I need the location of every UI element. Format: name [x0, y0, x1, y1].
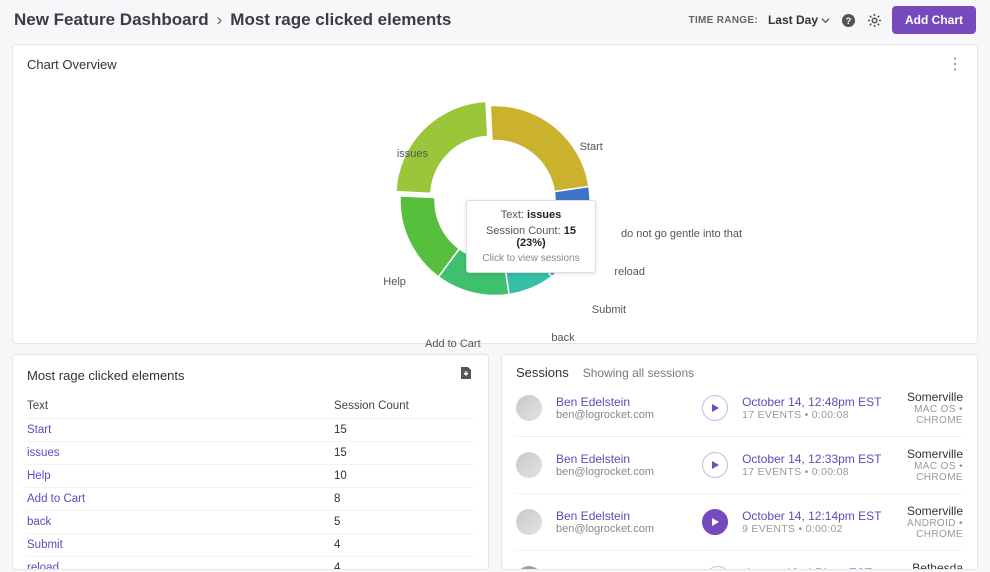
rage-table-title: Most rage clicked elements	[27, 368, 185, 383]
table-row: Start15	[27, 419, 474, 442]
session-location: Somerville	[907, 390, 963, 404]
session-meta: 17 EVENTS • 0:00:08	[742, 409, 893, 421]
donut-label: Help	[306, 276, 406, 288]
session-timestamp-link[interactable]: October 14, 12:48pm EST	[742, 395, 893, 409]
session-meta: 17 EVENTS • 0:00:08	[742, 466, 893, 478]
session-row: Anonymous UserAugust 10, 4:51pm EST9 EVE…	[516, 551, 963, 570]
sessions-card: Sessions Showing all sessions Ben Edelst…	[501, 354, 978, 570]
play-icon	[710, 460, 720, 470]
play-icon	[710, 403, 720, 413]
rage-item-link[interactable]: reload	[27, 557, 334, 571]
session-env: MAC OS • CHROME	[907, 461, 963, 483]
rage-table-card: Most rage clicked elements Text Session …	[12, 354, 489, 570]
breadcrumb: New Feature Dashboard › Most rage clicke…	[14, 10, 451, 30]
session-user-email: ben@logrocket.com	[556, 409, 688, 421]
table-row: reload4	[27, 557, 474, 571]
rage-item-count: 5	[334, 511, 474, 534]
table-row: Submit4	[27, 534, 474, 557]
gear-icon[interactable]	[866, 12, 882, 28]
chart-card-title: Chart Overview	[27, 57, 963, 72]
rage-item-link[interactable]: Submit	[27, 534, 334, 557]
rage-item-link[interactable]: back	[27, 511, 334, 534]
donut-label: issues	[328, 148, 428, 160]
breadcrumb-parent[interactable]: New Feature Dashboard	[14, 10, 209, 30]
donut-label: Add to Cart	[381, 338, 481, 350]
avatar	[516, 566, 542, 570]
play-session-button[interactable]	[702, 395, 728, 421]
play-session-button[interactable]	[702, 452, 728, 478]
col-count: Session Count	[334, 394, 474, 419]
session-user-link[interactable]: Ben Edelstein	[556, 452, 688, 466]
rage-item-link[interactable]: issues	[27, 442, 334, 465]
rage-item-count: 15	[334, 442, 474, 465]
rage-item-link[interactable]: Add to Cart	[27, 488, 334, 511]
table-row: Add to Cart8	[27, 488, 474, 511]
chart-card-menu[interactable]: ⋮	[947, 57, 963, 73]
help-icon[interactable]: ?	[840, 12, 856, 28]
rage-item-count: 4	[334, 557, 474, 571]
rage-item-count: 8	[334, 488, 474, 511]
time-range-label: TIME RANGE:	[689, 15, 758, 26]
session-location: Somerville	[907, 504, 963, 518]
session-env: ANDROID • CHROME	[907, 518, 963, 540]
rage-item-count: 15	[334, 419, 474, 442]
session-row: Ben Edelsteinben@logrocket.com October 14…	[516, 380, 963, 437]
donut-slice-start[interactable]	[490, 106, 589, 192]
svg-text:?: ?	[845, 15, 851, 25]
donut-label: reload	[614, 266, 714, 278]
donut-label: back	[551, 332, 651, 344]
session-env: MAC OS • CHROME	[907, 404, 963, 426]
play-session-button[interactable]	[702, 509, 728, 535]
session-user-link[interactable]: Ben Edelstein	[556, 395, 688, 409]
time-range-value: Last Day	[768, 13, 818, 27]
session-timestamp-link[interactable]: October 14, 12:14pm EST	[742, 509, 893, 523]
session-timestamp-link[interactable]: August 10, 4:51pm EST	[745, 566, 899, 570]
session-meta: 9 EVENTS • 0:00:02	[742, 523, 893, 535]
sessions-title: Sessions	[516, 365, 569, 380]
avatar	[516, 395, 542, 421]
donut-label: Submit	[592, 304, 692, 316]
avatar	[516, 452, 542, 478]
rage-item-count: 10	[334, 465, 474, 488]
col-text: Text	[27, 394, 334, 419]
session-location: Somerville	[907, 447, 963, 461]
session-location: Bethesda	[912, 561, 963, 570]
avatar	[516, 509, 542, 535]
session-row: Ben Edelsteinben@logrocket.com October 14…	[516, 494, 963, 551]
session-row: Ben Edelsteinben@logrocket.com October 14…	[516, 437, 963, 494]
table-row: issues15	[27, 442, 474, 465]
table-row: back5	[27, 511, 474, 534]
rage-table: Text Session Count Start15issues15Help10…	[27, 394, 474, 570]
chart-tooltip: Text: issues Session Count: 15 (23%) Cli…	[466, 200, 596, 273]
session-user-email: ben@logrocket.com	[556, 466, 688, 478]
donut-label: do not go gentle into that	[621, 228, 721, 240]
session-timestamp-link[interactable]: October 14, 12:33pm EST	[742, 452, 893, 466]
donut-label: Start	[580, 141, 680, 153]
rage-item-link[interactable]: Start	[27, 419, 334, 442]
breadcrumb-separator: ›	[217, 10, 223, 30]
table-row: Help10	[27, 465, 474, 488]
chevron-down-icon	[821, 16, 830, 25]
session-user-link[interactable]: Ben Edelstein	[556, 509, 688, 523]
sessions-subtitle: Showing all sessions	[583, 366, 694, 380]
breadcrumb-current: Most rage clicked elements	[230, 10, 451, 30]
time-range-dropdown[interactable]: Last Day	[768, 13, 830, 27]
add-chart-button[interactable]: Add Chart	[892, 6, 976, 34]
play-icon	[710, 517, 720, 527]
play-session-button[interactable]	[705, 566, 731, 570]
chart-overview-card: Chart Overview ⋮ Start do not go gentle i…	[12, 44, 978, 344]
session-user-email: ben@logrocket.com	[556, 523, 688, 535]
export-icon[interactable]	[458, 365, 474, 386]
rage-item-count: 4	[334, 534, 474, 557]
rage-item-link[interactable]: Help	[27, 465, 334, 488]
